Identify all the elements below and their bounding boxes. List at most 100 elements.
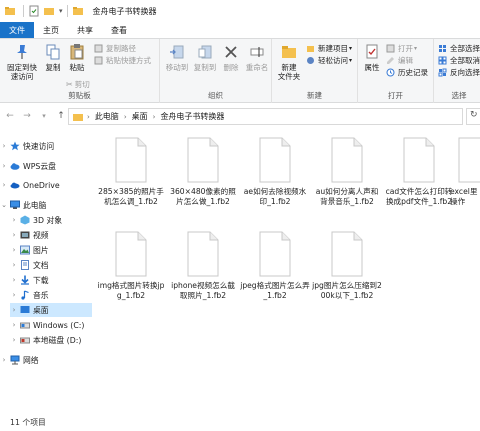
easy-access-button[interactable]: 轻松访问 ▾ xyxy=(306,55,352,66)
select-none-button[interactable]: 全部取消 xyxy=(438,55,480,66)
address-bar[interactable]: › 此电脑 › 桌面 › 金舟电子书转换器 xyxy=(68,108,463,125)
edit-button[interactable]: 编辑 xyxy=(386,55,413,66)
cut-button[interactable]: ✂ 剪切 xyxy=(66,79,90,90)
move-to-button[interactable]: 移动到 xyxy=(164,43,190,72)
chevron-right-icon[interactable]: › xyxy=(10,276,18,284)
copy-path-button[interactable]: 复制路径 xyxy=(94,43,136,54)
folder-icon xyxy=(72,7,83,15)
properties-label: 属性 xyxy=(364,63,380,72)
file-item[interactable]: jpeg格式图片怎么弄_1.fb2 xyxy=(240,231,310,301)
chevron-right-icon[interactable]: › xyxy=(10,216,18,224)
sidebar-item-desktop[interactable]: › 桌面 xyxy=(10,303,92,317)
new-folder-label: 新建 文件夹 xyxy=(277,63,301,81)
open-button[interactable]: 打开 ▾ xyxy=(386,43,417,54)
chevron-right-icon[interactable]: › xyxy=(10,306,18,314)
chevron-right-icon[interactable]: › xyxy=(10,246,18,254)
rename-button[interactable]: 重命名 xyxy=(244,43,270,72)
chevron-right-icon[interactable]: › xyxy=(10,231,18,239)
desktop-icon xyxy=(20,306,30,313)
breadcrumb-this-pc[interactable]: 此电脑 xyxy=(95,111,119,122)
file-item[interactable]: ae如何去除视频水印_1.fb2 xyxy=(240,137,310,207)
sidebar-item-wps-cloud[interactable]: › WPS云盘 xyxy=(0,159,92,173)
sidebar-item-downloads[interactable]: › 下载 xyxy=(10,273,92,287)
breadcrumb-separator-icon[interactable]: › xyxy=(124,113,127,121)
sidebar-item-local-disk-d[interactable]: › 本地磁盘 (D:) xyxy=(10,333,92,347)
chevron-right-icon[interactable]: › xyxy=(10,321,18,329)
new-folder-icon[interactable] xyxy=(43,5,55,17)
refresh-icon[interactable]: ↻ xyxy=(470,110,478,120)
select-all-button[interactable]: 全部选择 xyxy=(438,43,480,54)
move-to-icon xyxy=(170,45,184,59)
sidebar-item-videos[interactable]: › 视频 xyxy=(10,228,92,242)
chevron-down-icon[interactable]: ⌄ xyxy=(0,201,8,209)
new-item-icon xyxy=(307,46,314,52)
document-file-icon xyxy=(259,137,291,183)
download-arrow-icon xyxy=(21,275,29,285)
paste-shortcut-button[interactable]: 粘贴快捷方式 xyxy=(94,55,151,66)
chevron-right-icon[interactable]: › xyxy=(10,291,18,299)
sidebar-item-label: 桌面 xyxy=(33,305,49,315)
back-arrow-icon[interactable]: ← xyxy=(3,109,17,123)
tab-file[interactable]: 文件 xyxy=(0,22,34,38)
file-item[interactable]: iphone视频怎么截取照片_1.fb2 xyxy=(168,231,238,301)
open-label: 打开 xyxy=(398,44,413,53)
pin-quick-access-button[interactable]: 固定到快 速访问 xyxy=(4,43,40,81)
search-input[interactable]: ↻ xyxy=(466,108,480,125)
file-item[interactable]: img格式图片转换jpg_1.fb2 xyxy=(96,231,166,301)
sidebar-item-3d-objects[interactable]: › 3D 对象 xyxy=(10,213,92,227)
file-item[interactable]: excel里操作 xyxy=(450,137,480,207)
paste-button[interactable]: 粘贴 xyxy=(66,43,88,72)
invert-selection-button[interactable]: 反向选择 xyxy=(438,67,480,78)
window-title: 金舟电子书转换器 xyxy=(92,6,157,16)
sidebar-item-pictures[interactable]: › 图片 xyxy=(10,243,92,257)
sidebar-item-quick-access[interactable]: › 快速访问 xyxy=(0,139,92,153)
breadcrumb-separator-icon[interactable]: › xyxy=(153,113,156,121)
file-name: cad文件怎么打印转换成pdf文件_1.fb2 xyxy=(385,187,453,206)
history-button[interactable]: 历史记录 xyxy=(386,67,428,78)
new-folder-button[interactable]: 新建 文件夹 xyxy=(274,43,304,81)
copy-button[interactable]: 复制 xyxy=(42,43,64,72)
new-item-button[interactable]: 新建项目 ▾ xyxy=(306,43,352,54)
file-item[interactable]: au如何分离人声和背景音乐_1.fb2 xyxy=(312,137,382,207)
forward-arrow-icon[interactable]: → xyxy=(20,109,34,123)
recent-dropdown-icon[interactable]: ▾ xyxy=(37,109,51,123)
sidebar-item-label: WPS云盘 xyxy=(23,161,56,171)
up-arrow-icon[interactable]: ↑ xyxy=(54,109,68,123)
customize-dropdown-icon[interactable]: ▾ xyxy=(59,7,63,15)
file-item[interactable]: 285×385的照片手机怎么调_1.fb2 xyxy=(96,137,166,207)
properties-button[interactable]: 属性 xyxy=(360,43,384,72)
document-icon xyxy=(21,260,29,270)
sidebar-item-documents[interactable]: › 文档 xyxy=(10,258,92,272)
file-item[interactable]: 360×480像素的照片怎么做_1.fb2 xyxy=(168,137,238,207)
sidebar-item-windows-c[interactable]: › Windows (C:) xyxy=(10,318,92,332)
breadcrumb-desktop[interactable]: 桌面 xyxy=(132,111,148,122)
properties-check-icon[interactable] xyxy=(28,5,40,17)
sidebar-item-onedrive[interactable]: › OneDrive xyxy=(0,178,92,192)
chevron-right-icon[interactable]: › xyxy=(0,142,8,150)
open-icon xyxy=(386,44,395,53)
breadcrumb-current-folder[interactable]: 金舟电子书转换器 xyxy=(160,111,224,122)
tab-share[interactable]: 共享 xyxy=(68,22,102,38)
sidebar-item-network[interactable]: › 网络 xyxy=(0,353,92,367)
chevron-right-icon[interactable]: › xyxy=(0,162,8,170)
ribbon: 固定到快 速访问 复制 粘贴 复制路径 粘贴快捷方式 ✂ 剪切 剪贴板 移动到 xyxy=(0,38,480,103)
sidebar-item-music[interactable]: › 音乐 xyxy=(10,288,92,302)
history-label: 历史记录 xyxy=(398,68,428,77)
star-icon xyxy=(10,141,20,151)
file-name: au如何分离人声和背景音乐_1.fb2 xyxy=(315,187,379,206)
chevron-right-icon[interactable]: › xyxy=(10,261,18,269)
sidebar-item-this-pc[interactable]: ⌄ 此电脑 xyxy=(0,198,92,212)
file-item[interactable]: jpg图片怎么压缩到200k以下_1.fb2 xyxy=(312,231,382,301)
chevron-right-icon[interactable]: › xyxy=(0,181,8,189)
breadcrumb-separator-icon[interactable]: › xyxy=(87,113,90,121)
copy-to-button[interactable]: 复制到 xyxy=(192,43,218,72)
copy-path-label: 复制路径 xyxy=(106,44,136,53)
chevron-right-icon[interactable]: › xyxy=(0,356,8,364)
tab-home[interactable]: 主页 xyxy=(34,22,68,38)
tab-view[interactable]: 查看 xyxy=(102,22,136,38)
delete-button[interactable]: 删除 xyxy=(220,43,242,72)
chevron-right-icon[interactable]: › xyxy=(10,336,18,344)
sidebar-item-label: 音乐 xyxy=(33,290,49,300)
file-item[interactable]: cad文件怎么打印转换成pdf文件_1.fb2 xyxy=(384,137,454,207)
document-file-icon xyxy=(331,137,363,183)
